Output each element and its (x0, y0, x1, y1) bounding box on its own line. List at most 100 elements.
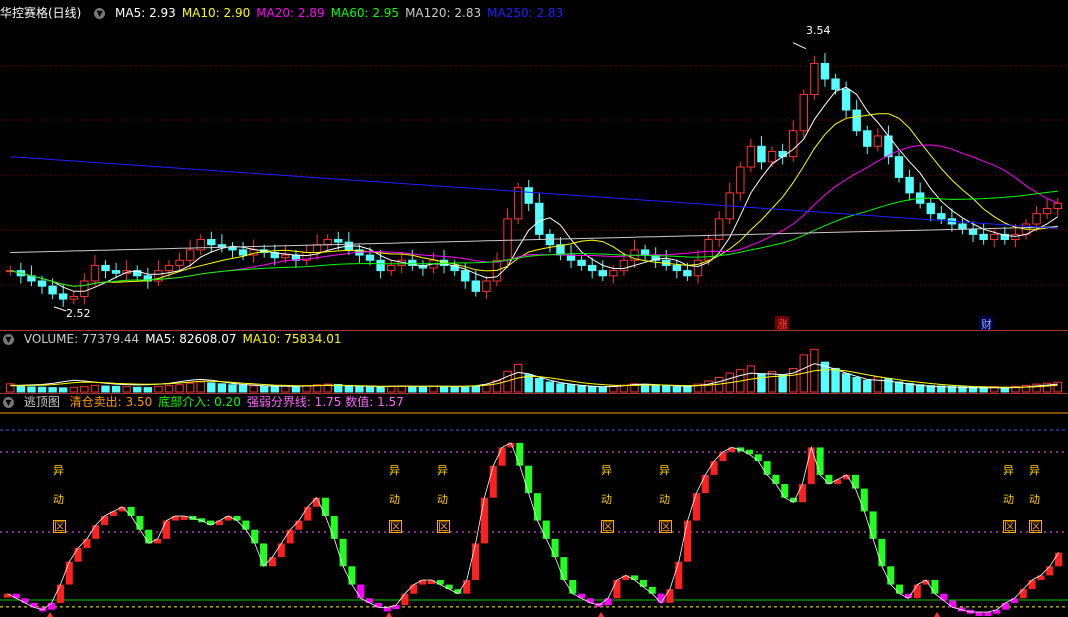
indicator-bar (781, 484, 789, 498)
candle-body (164, 264, 174, 272)
volume-bar (344, 384, 354, 393)
signal-char: 异 (53, 464, 64, 477)
volume-bar (365, 386, 375, 393)
indicator-bar (1028, 580, 1036, 590)
indicator-label-2: 强弱分界线: 1.75 数值: 1.57 (246, 395, 404, 409)
indicator-bar (675, 561, 683, 590)
indicator-bar (949, 600, 957, 608)
volume-legend: VOLUME: 77379.44 MA5: 82608.07 MA10: 75834… (24, 332, 348, 346)
indicator-bar (1002, 602, 1010, 610)
volume-bar (260, 385, 269, 393)
candle-body (69, 296, 78, 300)
indicator-bar (489, 465, 497, 498)
volume-bar (196, 381, 205, 393)
indicator-bar (542, 520, 550, 539)
volume-bar (249, 385, 258, 393)
indicator-label-1: 底部介入: 0.20 (158, 395, 241, 409)
low-price-label: 2.52 (66, 307, 91, 320)
candle-body (746, 145, 756, 168)
volume-bar (461, 386, 470, 393)
indicator-bar (21, 598, 29, 603)
indicator-bar (1046, 566, 1054, 576)
event-tag-zhang[interactable]: 涨 (777, 316, 788, 332)
signal-char: 动 (53, 493, 64, 506)
indicator-bar (896, 584, 904, 594)
indicator-bar (30, 602, 38, 608)
ma-line (10, 86, 1058, 292)
indicator-bar (348, 566, 356, 585)
signal-char: 动 (389, 493, 400, 506)
candle-body (820, 62, 830, 80)
bottom-marker (47, 612, 53, 617)
candle-body (535, 202, 544, 235)
volume-panel-header: ▼ VOLUME: 77379.44 MA5: 82608.07 MA10: 758… (0, 331, 353, 348)
indicator-bar (136, 516, 144, 530)
volume-bar (291, 386, 301, 393)
volume-bar (450, 386, 459, 393)
candle-body (37, 280, 47, 287)
indicator-bar (710, 461, 718, 475)
volume-bar (1053, 381, 1062, 393)
volume-bar (704, 380, 713, 393)
volume-bar (69, 386, 78, 393)
candle-body (672, 264, 682, 272)
indicator-bar (666, 589, 674, 603)
ma-legend: MA5: 2.93 MA10: 2.90 MA20: 2.89 MA60: 2.95 M… (115, 6, 569, 20)
volume-bar (471, 385, 481, 393)
candle-body (736, 166, 745, 194)
indicator-bar (83, 538, 91, 548)
indicator-bar (525, 465, 533, 494)
indicator-bar (295, 520, 303, 530)
indicator-bar (480, 497, 488, 544)
indicator-bar (1010, 598, 1018, 603)
signal-char: 异 (1003, 464, 1014, 477)
indicator-bar (516, 442, 524, 466)
candle-body (577, 259, 586, 266)
indicator-bar (74, 548, 82, 562)
bottom-marker (598, 612, 604, 617)
indicator-bar (798, 484, 806, 503)
volume-label-2: MA10: 75834.01 (242, 332, 342, 346)
chevron-down-icon[interactable]: ▼ (3, 397, 14, 408)
candle-body (693, 259, 703, 277)
chevron-down-icon[interactable]: ▼ (3, 334, 14, 345)
volume-bar (651, 384, 660, 393)
indicator-bar (913, 584, 921, 599)
candle-body (185, 249, 195, 261)
volume-bar (133, 386, 142, 393)
indicator-bar (109, 511, 117, 516)
candle-body (101, 264, 110, 272)
candle-body (365, 254, 375, 261)
indicator-bar (304, 506, 312, 521)
volume-bar (397, 385, 406, 393)
candle-body (228, 246, 237, 251)
candle-body (461, 270, 470, 282)
indicator-bar (648, 586, 656, 594)
candle-body (810, 62, 819, 96)
volume-bar (217, 383, 227, 393)
candle-body (990, 233, 999, 241)
signal-char: 异 (389, 464, 400, 477)
event-tag-cai[interactable]: 财 (981, 316, 992, 332)
indicator-label-0: 清仓卖出: 3.50 (69, 395, 153, 409)
candle-body (471, 280, 481, 292)
volume-bar (185, 382, 195, 393)
indicator-bar (684, 520, 692, 562)
signal-char: 区 (1003, 520, 1016, 533)
candle-body (80, 280, 89, 298)
candle-body (831, 78, 840, 90)
volume-bar (228, 384, 237, 393)
indicator-bar (374, 602, 382, 608)
candle-body (852, 109, 861, 132)
volume-bar (662, 385, 671, 393)
indicator-bar (569, 580, 577, 594)
candle-body (334, 239, 343, 243)
signal-char: 区 (659, 520, 672, 533)
volume-bar (37, 386, 47, 393)
candle-body (524, 187, 533, 204)
indicator-bar (366, 598, 374, 603)
signal-char: 异 (1029, 464, 1040, 477)
candle-body (281, 254, 290, 259)
candle-body (566, 254, 576, 261)
chevron-down-icon[interactable]: ▼ (94, 8, 106, 19)
